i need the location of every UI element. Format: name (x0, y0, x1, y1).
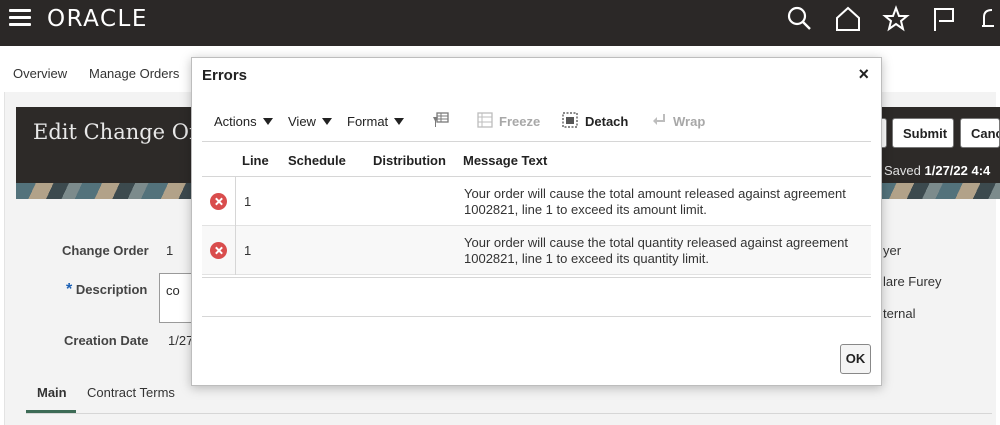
wrap-icon (653, 114, 665, 125)
freeze-button: Freeze (499, 114, 541, 129)
row-line-value: 1 (244, 194, 252, 209)
close-icon[interactable]: × (858, 65, 869, 83)
creation-date-label: Creation Date (64, 333, 149, 348)
format-menu[interactable]: Format (347, 114, 405, 129)
wrap-button: Wrap (673, 114, 706, 129)
column-header-line[interactable]: Line (242, 153, 269, 168)
row-line-value: 1 (244, 243, 252, 258)
cancel-label: Cancel (971, 126, 999, 141)
type-value: ternal (883, 306, 916, 321)
nav-manage-orders[interactable]: Manage Orders (89, 66, 179, 81)
cancel-button[interactable]: Cancel (960, 118, 1000, 148)
tab-contract-terms[interactable]: Contract Terms (87, 385, 175, 400)
actions-label: Actions (214, 114, 257, 129)
table-row[interactable]: 1 Your order will cause the total amount… (202, 177, 871, 226)
column-header-message-text[interactable]: Message Text (463, 153, 547, 168)
submit-button[interactable]: Submit (892, 118, 954, 148)
change-order-label: Change Order (62, 243, 149, 258)
errors-dialog: Errors × Actions View Format Freeze Deta… (191, 57, 882, 386)
nav-overview[interactable]: Overview (13, 66, 67, 81)
page: ORACLE Overview Manage Orders Edit Chang… (0, 0, 1000, 425)
row-status-cell (202, 226, 236, 275)
description-label-text: Description (75, 282, 148, 297)
detach-button[interactable]: Detach (585, 114, 628, 129)
grid-bottom-border (202, 316, 871, 317)
required-marker: * (66, 281, 73, 298)
caret-down-icon (394, 118, 405, 126)
column-header-schedule[interactable]: Schedule (288, 153, 346, 168)
grid-rows-end (202, 277, 871, 278)
format-label: Format (347, 114, 389, 129)
tab-main[interactable]: Main (37, 385, 67, 400)
change-order-value: 1 (166, 243, 174, 258)
query-by-example-icon[interactable] (431, 111, 449, 129)
row-message-text: Your order will cause the total quantity… (464, 235, 848, 266)
detach-icon[interactable] (561, 111, 579, 129)
caret-down-icon (321, 118, 332, 126)
person-value: lare Furey (883, 274, 942, 289)
actions-menu[interactable]: Actions (214, 114, 273, 129)
creation-date-value: 1/27 (168, 333, 194, 348)
freeze-icon (477, 112, 493, 128)
oracle-logo: ORACLE (47, 6, 148, 32)
description-value: co (166, 283, 180, 298)
caret-down-icon (262, 118, 273, 126)
row-status-cell (202, 177, 236, 226)
saved-date: 1/27/22 4:4 (924, 163, 991, 178)
error-icon (210, 193, 227, 210)
watchlist-flag-icon[interactable] (930, 5, 958, 33)
search-icon[interactable] (786, 5, 814, 33)
ok-button[interactable]: OK (840, 344, 871, 374)
submit-label: Submit (903, 126, 948, 141)
saved-label: Saved (884, 163, 921, 178)
home-icon[interactable] (834, 5, 862, 33)
column-header-distribution[interactable]: Distribution (373, 153, 446, 168)
row-message-text: Your order will cause the total amount r… (464, 186, 846, 217)
tabs-divider (26, 413, 992, 414)
dialog-title: Errors (202, 67, 248, 84)
favorites-star-icon[interactable] (882, 5, 910, 33)
buyer-value: yer (883, 243, 902, 258)
grid-top-border (202, 141, 871, 142)
view-menu[interactable]: View (288, 114, 332, 129)
error-icon (210, 242, 227, 259)
description-label: * Description (66, 281, 147, 299)
notifications-bell-icon[interactable] (978, 5, 1000, 33)
view-label: View (288, 114, 316, 129)
saved-status: Saved 1/27/22 4:4 (884, 163, 990, 178)
global-header: ORACLE (0, 0, 1000, 46)
table-row[interactable]: 1 Your order will cause the total quanti… (202, 226, 871, 275)
navigator-menu-icon[interactable] (9, 9, 31, 27)
